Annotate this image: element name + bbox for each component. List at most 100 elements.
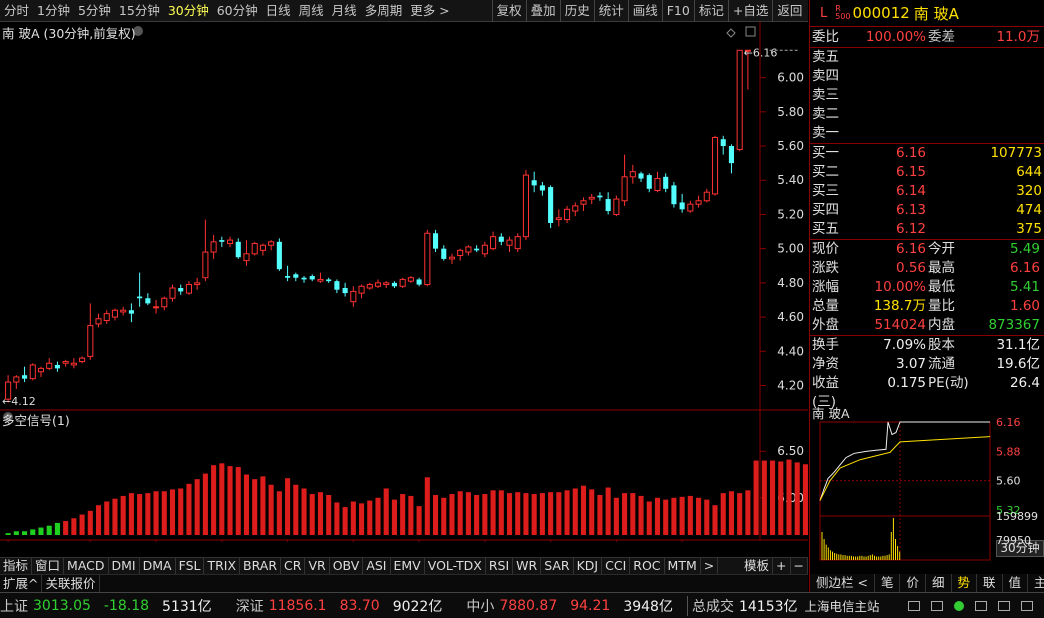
- signal-bar: [260, 476, 266, 535]
- stats-block: 现价 6.16 今开 5.49 涨跌 0.56 最高 6.16 涨幅 10.00% 最低 5.41 总量…: [810, 240, 1044, 336]
- candle-body-up: [465, 246, 472, 253]
- indicator-tab-22[interactable]: 模板: [741, 558, 774, 574]
- indicator-tab-15[interactable]: WR: [513, 558, 542, 574]
- index-badge: R 500: [835, 5, 850, 21]
- toolbar-item-9[interactable]: 多周期: [361, 0, 407, 22]
- indicator-tab-11[interactable]: ASI: [363, 558, 391, 574]
- indicator-tab-4[interactable]: DMA: [140, 558, 176, 574]
- signal-bar: [802, 464, 808, 535]
- signal-bar: [46, 525, 52, 535]
- candle-body-down: [334, 281, 340, 290]
- fund-label: 股本: [928, 337, 955, 353]
- message-icon[interactable]: [975, 600, 987, 611]
- indicator-tab-10[interactable]: OBV: [330, 558, 364, 574]
- side-tab-4[interactable]: 势: [952, 574, 978, 592]
- toolbar-item-10[interactable]: 更多 >: [406, 0, 453, 22]
- indicator-tab-23[interactable]: +: [773, 558, 791, 574]
- settings-icon[interactable]: [1021, 600, 1033, 611]
- signal-bar: [202, 473, 208, 535]
- side-tab-6[interactable]: 值: [1003, 574, 1029, 592]
- signal-bar: [424, 477, 430, 535]
- side-tab-7[interactable]: 主: [1028, 574, 1044, 592]
- indicator-tab-21[interactable]: >: [701, 558, 719, 574]
- ext-tab-0[interactable]: 扩展^: [0, 575, 43, 592]
- signal-bar: [432, 494, 439, 535]
- toolbar-item-7[interactable]: 周线: [295, 0, 328, 22]
- indicator-tab-5[interactable]: FSL: [176, 558, 205, 574]
- side-tab-2[interactable]: 价: [900, 574, 926, 592]
- signal-bar: [597, 494, 603, 535]
- toolbar-item-5[interactable]: 60分钟: [213, 0, 262, 22]
- candle-body-up: [448, 256, 456, 260]
- indicator-tab-16[interactable]: SAR: [541, 558, 574, 574]
- signal-bar: [696, 497, 702, 535]
- signal-bar: [605, 487, 611, 535]
- server-name[interactable]: 上海电信主站: [805, 596, 880, 615]
- indicator-tab-19[interactable]: ROC: [630, 558, 665, 574]
- candle-body-down: [301, 277, 307, 280]
- side-tab-0[interactable]: 侧边栏 <: [810, 574, 875, 592]
- mini-chart[interactable]: 6.165.885.605.3215989979950: [810, 418, 1044, 568]
- toolbar-item-0[interactable]: 分时: [0, 0, 33, 22]
- alert-icon[interactable]: [998, 600, 1010, 611]
- indicator-tab-2[interactable]: MACD: [64, 558, 109, 574]
- toolbar-item-1[interactable]: 1分钟: [33, 0, 74, 22]
- indicator-tab-3[interactable]: DMI: [109, 558, 140, 574]
- candle-body-down: [474, 248, 480, 251]
- buy-label: 买五: [812, 221, 839, 237]
- signal-bar: [63, 521, 69, 535]
- signal-bar: [334, 502, 340, 535]
- toolbar-item-19[interactable]: 返回: [772, 0, 806, 22]
- chart-canvas[interactable]: 6.00 5.80 5.60 5.40 5.20 5.00 4.80 4.60 4.40 4.20…: [0, 22, 808, 542]
- toolbar-item-16[interactable]: F10: [661, 0, 694, 22]
- sell-label: 卖三: [812, 87, 839, 103]
- window-icon[interactable]: [908, 600, 920, 611]
- indicator-tab-17[interactable]: KDJ: [574, 558, 603, 574]
- signal-bar: [745, 490, 751, 535]
- indicator-title[interactable]: 多空信号(1): [2, 410, 70, 429]
- candle-body-down: [679, 202, 685, 210]
- stat-label: 内盘: [928, 317, 955, 333]
- indicator-tab-0[interactable]: 指标: [0, 558, 33, 574]
- toolbar-item-14[interactable]: 统计: [593, 0, 628, 22]
- toolbar-item-2[interactable]: 5分钟: [74, 0, 115, 22]
- stat-value: 6.16: [1009, 260, 1040, 276]
- candle-body-up: [120, 309, 127, 313]
- indicator-tab-6[interactable]: TRIX: [204, 558, 241, 574]
- side-tab-5[interactable]: 联: [977, 574, 1003, 592]
- side-tab-3[interactable]: 细: [926, 574, 952, 592]
- signal-bar: [416, 506, 422, 535]
- candle-body-up: [366, 284, 373, 289]
- indicator-tab-1[interactable]: 窗口: [32, 558, 65, 574]
- indicator-tab-18[interactable]: CCI: [602, 558, 631, 574]
- toolbar-item-15[interactable]: 画线: [627, 0, 662, 22]
- toolbar-item-6[interactable]: 日线: [262, 0, 295, 22]
- indicator-tab-12[interactable]: EMV: [391, 558, 425, 574]
- signal-bar: [720, 493, 726, 535]
- indicator-tab-8[interactable]: CR: [281, 558, 306, 574]
- buy-row: 买五 6.12 375: [810, 220, 1044, 239]
- toolbar-item-17[interactable]: 标记: [693, 0, 728, 22]
- candle-body-down: [416, 279, 422, 285]
- layout-icon[interactable]: [931, 600, 943, 611]
- toolbar-item-12[interactable]: 叠加: [525, 0, 560, 22]
- indicator-tab-13[interactable]: VOL-TDX: [425, 558, 486, 574]
- indicator-tab-20[interactable]: MTM: [665, 558, 701, 574]
- indicator-tab-24[interactable]: −: [791, 558, 808, 574]
- toolbar-item-8[interactable]: 月线: [328, 0, 361, 22]
- fund-value: 3.07: [895, 356, 926, 372]
- indicator-tab-7[interactable]: BRAR: [240, 558, 282, 574]
- indicator-tab-14[interactable]: RSI: [486, 558, 514, 574]
- ext-tab-1[interactable]: 关联报价: [42, 575, 100, 592]
- toolbar-item-13[interactable]: 历史: [559, 0, 594, 22]
- toolbar-item-3[interactable]: 15分钟: [115, 0, 164, 22]
- signal-bar: [22, 531, 28, 535]
- sell-label: 卖一: [812, 125, 839, 141]
- connection-icon[interactable]: [954, 600, 964, 611]
- side-tab-1[interactable]: 笔: [875, 574, 901, 592]
- signal-bar: [293, 484, 299, 535]
- toolbar-item-11[interactable]: 复权: [491, 0, 526, 22]
- toolbar-item-18[interactable]: +自选: [727, 0, 772, 22]
- indicator-tab-9[interactable]: VR: [305, 558, 330, 574]
- toolbar-item-4[interactable]: 30分钟: [164, 0, 213, 22]
